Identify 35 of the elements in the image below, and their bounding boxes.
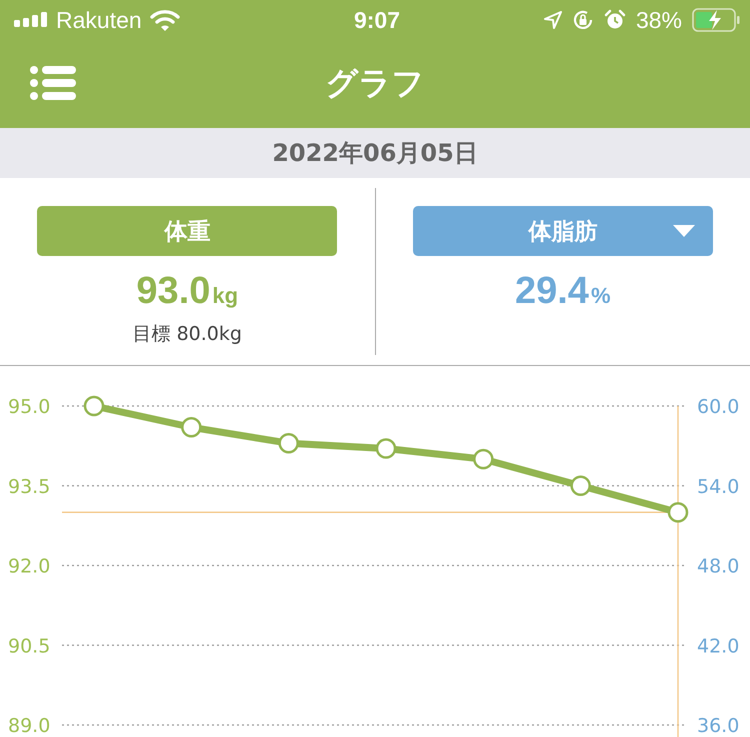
screen-title: グラフ xyxy=(326,63,424,104)
y-axis-label: 95.0 xyxy=(8,396,50,418)
metric-dropdown[interactable]: 体脂肪 xyxy=(412,206,713,256)
y-axis-label: 54.0 xyxy=(697,476,740,498)
y-axis-label: 48.0 xyxy=(697,556,740,578)
metric-value: 93.0 kg xyxy=(136,270,238,313)
point xyxy=(181,417,202,438)
status-time: 9:07 xyxy=(354,6,400,34)
caret-icon xyxy=(672,225,695,237)
point xyxy=(84,396,104,416)
battery-percent: 38% xyxy=(636,6,682,34)
point xyxy=(278,432,299,454)
wifi-icon xyxy=(150,9,180,31)
signal-icon xyxy=(14,12,48,28)
y-axis-label: 92.0 xyxy=(8,556,50,578)
target-label: 目標 80.0kg xyxy=(132,322,242,347)
battery-icon xyxy=(692,8,740,32)
menu-button[interactable] xyxy=(30,66,76,100)
y-axis-label: 36.0 xyxy=(697,715,740,737)
y-axis-label: 89.0 xyxy=(8,715,50,737)
y-axis-label: 42.0 xyxy=(697,635,740,658)
point xyxy=(570,476,591,496)
y-axis-label: 60.0 xyxy=(697,396,740,418)
carrier-name: Rakuten xyxy=(56,6,142,34)
date-label: 2022年06月05日 xyxy=(272,138,478,169)
metric-value: 29.4% xyxy=(514,270,611,313)
metric-button[interactable]: 体重 xyxy=(37,206,338,256)
alarm-icon xyxy=(604,9,626,31)
y-axis-label: 93.5 xyxy=(8,476,50,498)
y-axis-label: 90.5 xyxy=(8,635,50,658)
point xyxy=(473,448,494,470)
point xyxy=(668,502,688,523)
point xyxy=(376,438,396,459)
location-icon xyxy=(544,11,562,29)
rotation-lock-icon xyxy=(572,9,594,31)
